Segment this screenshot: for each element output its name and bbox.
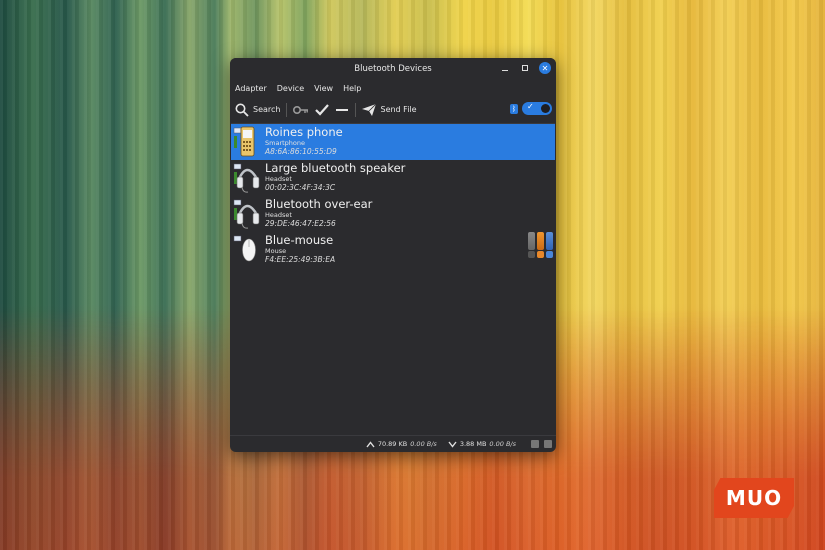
toolbar-separator <box>286 102 288 117</box>
upload-stat: 70.89 KB 0.00 B/s <box>366 440 437 448</box>
key-icon <box>293 105 309 114</box>
checkmark-icon <box>315 103 330 116</box>
menu-device[interactable]: Device <box>277 84 304 93</box>
bluetooth-window: Bluetooth Devices ✕ Adapter Device View … <box>230 58 556 452</box>
minus-icon <box>336 108 349 111</box>
transfer-status-icon <box>544 440 552 448</box>
switch-check-icon: ✓ <box>527 102 534 111</box>
bluetooth-power-switch[interactable]: ✓ <box>522 102 552 115</box>
pair-button[interactable] <box>293 105 309 115</box>
download-rate: 0.00 B/s <box>489 440 516 448</box>
maximize-button[interactable] <box>519 62 531 74</box>
switch-knob <box>541 104 550 113</box>
device-name: Roines phone <box>265 125 343 139</box>
upload-total: 70.89 KB <box>377 440 408 448</box>
device-type: Headset <box>265 211 292 219</box>
device-type: Smartphone <box>265 139 306 147</box>
muo-logo: MUO <box>714 478 794 518</box>
device-row-large-bluetooth-speaker[interactable]: Large bluetooth speaker Headset 00:02:3C… <box>231 160 555 196</box>
device-row-bluetooth-over-ear[interactable]: Bluetooth over-ear Headset 29:DE:46:47:E… <box>231 196 555 232</box>
device-address: A8:6A:86:10:55:D9 <box>265 147 337 156</box>
device-name: Large bluetooth speaker <box>265 161 406 175</box>
close-button[interactable]: ✕ <box>539 62 551 74</box>
device-type: Headset <box>265 175 292 183</box>
minimize-icon <box>502 69 508 71</box>
close-icon: ✕ <box>541 63 549 73</box>
tx-power-icon <box>546 232 553 258</box>
menu-help[interactable]: Help <box>343 84 361 93</box>
window-title: Bluetooth Devices <box>354 64 432 74</box>
search-button[interactable]: Search <box>235 103 280 117</box>
device-name: Bluetooth over-ear <box>265 197 373 211</box>
device-type: Mouse <box>265 247 287 255</box>
logo-text: MUO <box>725 486 783 510</box>
headset-icon <box>233 161 261 195</box>
device-list: Roines phone Smartphone A8:6A:86:10:55:D… <box>231 123 555 435</box>
status-bar: 70.89 KB 0.00 B/s 3.88 MB 0.00 B/s <box>230 435 556 452</box>
paper-plane-icon <box>362 103 377 116</box>
remove-button[interactable] <box>335 105 349 115</box>
phone-icon <box>233 125 261 159</box>
bluetooth-icon: ᛒ <box>510 103 518 114</box>
toolbar-separator <box>355 102 357 117</box>
download-arrow-icon <box>448 441 457 448</box>
link-quality-icon <box>537 232 544 258</box>
send-file-button[interactable]: Send File <box>362 103 417 116</box>
device-address: F4:EE:25:49:3B:EA <box>265 255 336 264</box>
trust-button[interactable] <box>315 103 330 116</box>
title-bar[interactable]: Bluetooth Devices ✕ <box>230 58 556 80</box>
network-status-icon <box>531 440 539 448</box>
device-address: 00:02:3C:4F:34:3C <box>265 183 336 192</box>
minimize-button[interactable] <box>499 62 511 74</box>
toolbar: Search Send File ᛒ ✓ <box>230 96 556 123</box>
download-stat: 3.88 MB 0.00 B/s <box>448 440 516 448</box>
mouse-icon <box>233 233 261 267</box>
search-label: Search <box>253 105 281 114</box>
menu-adapter[interactable]: Adapter <box>235 84 267 93</box>
search-icon <box>235 103 249 117</box>
maximize-icon <box>522 65 528 71</box>
device-name: Blue-mouse <box>265 233 334 247</box>
connection-status-indicators <box>528 232 553 258</box>
bluetooth-toggle-area: ᛒ ✓ <box>510 102 552 115</box>
download-total: 3.88 MB <box>459 440 487 448</box>
upload-rate: 0.00 B/s <box>410 440 437 448</box>
device-address: 29:DE:46:47:E2:56 <box>265 219 336 228</box>
signal-strength-icon <box>528 232 535 258</box>
upload-arrow-icon <box>366 440 375 447</box>
device-row-blue-mouse[interactable]: Blue-mouse Mouse F4:EE:25:49:3B:EA <box>231 232 555 268</box>
menu-view[interactable]: View <box>314 84 333 93</box>
headset-icon <box>233 197 261 231</box>
device-row-roines-phone[interactable]: Roines phone Smartphone A8:6A:86:10:55:D… <box>231 124 555 160</box>
send-file-label: Send File <box>380 105 417 114</box>
menu-bar: Adapter Device View Help <box>230 80 556 96</box>
